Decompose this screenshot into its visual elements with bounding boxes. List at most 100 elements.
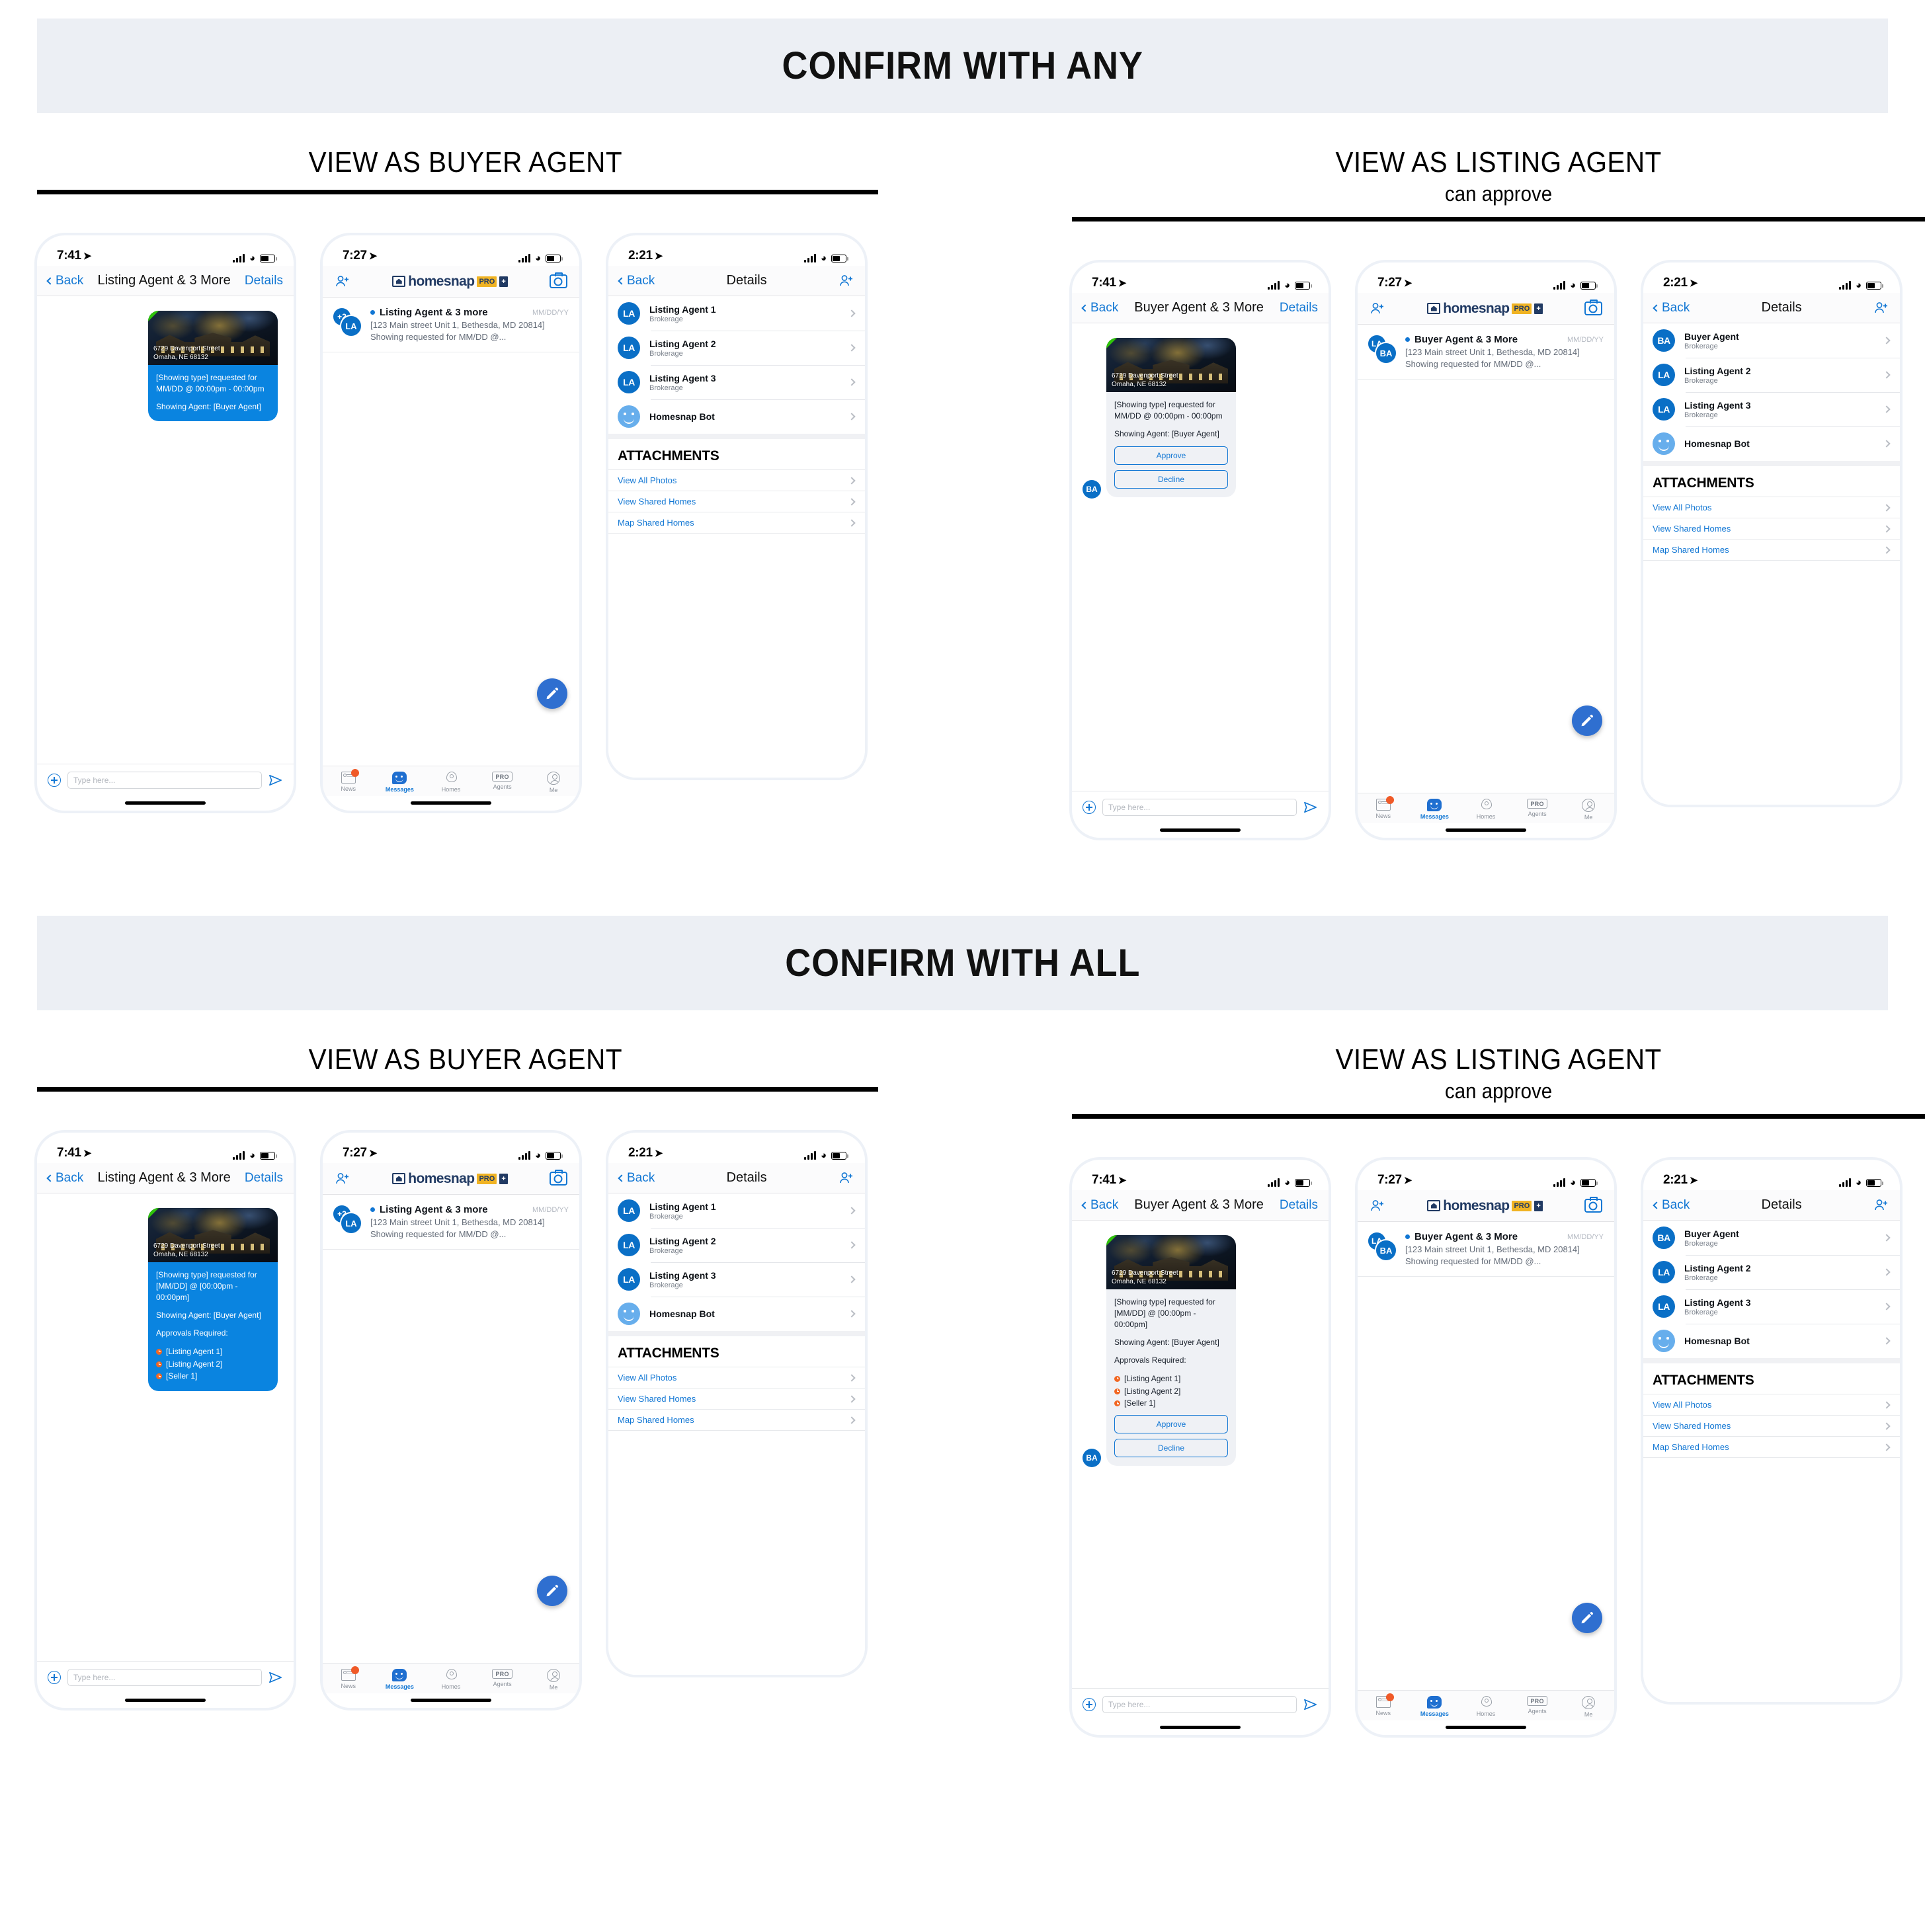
attach-plus-icon[interactable] [48,774,61,787]
attachment-link-row[interactable]: View All Photos [608,469,865,491]
showing-agent-line: Showing Agent: [Buyer Agent] [1114,429,1219,439]
attachment-link-row[interactable]: View All Photos [1643,497,1900,518]
conversation-row[interactable]: LA BA Buyer Agent & 3 More MM/DD/YY [123… [1358,1222,1614,1277]
participant-row[interactable]: LA Listing Agent 2 Brokerage [608,331,865,365]
attachment-link-row[interactable]: View Shared Homes [1643,1415,1900,1436]
attach-plus-icon[interactable] [48,1671,61,1684]
approve-button[interactable]: Approve [1114,446,1228,465]
attachment-link-row[interactable]: View All Photos [608,1367,865,1388]
decline-button[interactable]: Decline [1114,470,1228,489]
attachment-link-row[interactable]: Map Shared Homes [608,512,865,533]
send-icon[interactable] [268,774,283,787]
attachment-link-row[interactable]: View All Photos [1643,1394,1900,1415]
tab-me[interactable]: Me [528,1669,579,1691]
tab-messages[interactable]: Messages [1409,1696,1461,1718]
send-icon[interactable] [1303,1698,1318,1711]
attachment-link-row[interactable]: Map Shared Homes [1643,539,1900,560]
attachment-link-row[interactable]: View Shared Homes [608,1388,865,1409]
details-button[interactable]: Details [1280,1198,1318,1213]
add-person-icon[interactable] [1370,301,1385,317]
tab-messages[interactable]: Messages [374,1669,426,1691]
back-button[interactable]: Back [1653,301,1690,315]
tab-me[interactable]: Me [1563,1696,1614,1718]
back-button[interactable]: Back [1081,301,1118,315]
conversation-row[interactable]: +2 LA Listing Agent & 3 more MM/DD/YY [1… [323,1195,579,1250]
camera-icon[interactable] [549,1170,567,1186]
participant-row[interactable]: LA Listing Agent 3 Brokerage [1643,392,1900,426]
back-button[interactable]: Back [618,1171,655,1186]
new-message-button[interactable] [1572,705,1602,736]
messages-list-screen: 7:27 ➤ ◕ homesnap PRO + +2 LA Listing Ag… [323,1133,579,1708]
attachment-link-row[interactable]: Map Shared Homes [1643,1436,1900,1457]
tab-homes[interactable]: Homes [1460,1696,1512,1718]
tab-homes[interactable]: Homes [1460,799,1512,821]
message-input[interactable]: Type here... [1102,1696,1297,1713]
participant-row[interactable]: LA Listing Agent 2 Brokerage [1643,358,1900,392]
back-button[interactable]: Back [46,274,83,288]
app-header: homesnap PRO + [1358,1190,1614,1222]
participant-row[interactable]: LA Listing Agent 3 Brokerage [1643,1289,1900,1324]
camera-icon[interactable] [1584,300,1602,315]
details-button[interactable]: Details [1280,301,1318,315]
new-message-button[interactable] [1572,1603,1602,1633]
participant-row[interactable]: LA Listing Agent 1 Brokerage [608,296,865,331]
participant-row[interactable]: LA Listing Agent 3 Brokerage [608,365,865,399]
tab-me[interactable]: Me [528,772,579,793]
details-button[interactable]: Details [245,274,283,288]
add-person-icon[interactable] [1370,1198,1385,1214]
message-input[interactable]: Type here... [67,772,262,789]
tab-me[interactable]: Me [1563,799,1614,821]
participant-row[interactable]: BA Buyer Agent Brokerage [1643,1221,1900,1255]
new-message-button[interactable] [537,1576,567,1606]
tab-agents[interactable]: PRO Agents [477,772,528,793]
tab-messages[interactable]: Messages [374,772,426,793]
attachment-link-row[interactable]: View Shared Homes [1643,518,1900,539]
tab-agents[interactable]: PRO Agents [1512,799,1563,821]
tab-agents[interactable]: PRO Agents [1512,1696,1563,1718]
back-button[interactable]: Back [1081,1198,1118,1213]
message-input[interactable]: Type here... [1102,799,1297,816]
attach-plus-icon[interactable] [1083,801,1096,814]
camera-icon[interactable] [1584,1197,1602,1213]
participant-row[interactable]: Homesnap Bot [608,399,865,434]
new-message-button[interactable] [537,678,567,709]
attachment-link-label: View Shared Homes [618,497,696,506]
tab-news[interactable]: News [323,769,374,793]
tab-messages[interactable]: Messages [1409,799,1461,821]
back-button[interactable]: Back [46,1171,83,1186]
participant-row[interactable]: Homesnap Bot [608,1297,865,1331]
details-button[interactable]: Details [245,1171,283,1186]
participant-row[interactable]: LA Listing Agent 2 Brokerage [608,1228,865,1262]
message-input[interactable]: Type here... [67,1669,262,1686]
back-button[interactable]: Back [618,274,655,288]
tab-homes[interactable]: Homes [425,772,477,793]
tab-news[interactable]: News [323,1666,374,1691]
add-person-icon[interactable] [1873,300,1889,316]
add-person-icon[interactable] [335,274,350,290]
decline-button[interactable]: Decline [1114,1438,1228,1457]
conversation-row[interactable]: +2 LA Listing Agent & 3 more MM/DD/YY [1… [323,298,579,353]
add-person-icon[interactable] [335,1171,350,1187]
add-person-icon[interactable] [839,1170,854,1186]
participant-row[interactable]: LA Listing Agent 3 Brokerage [608,1262,865,1297]
add-person-icon[interactable] [1873,1197,1889,1213]
send-icon[interactable] [1303,801,1318,814]
tab-homes[interactable]: Homes [425,1669,477,1691]
conversation-row[interactable]: LA BA Buyer Agent & 3 More MM/DD/YY [123… [1358,325,1614,380]
participant-row[interactable]: BA Buyer Agent Brokerage [1643,323,1900,358]
camera-icon[interactable] [549,272,567,288]
send-icon[interactable] [268,1671,283,1684]
participant-row[interactable]: Homesnap Bot [1643,426,1900,461]
back-button[interactable]: Back [1653,1198,1690,1213]
approve-button[interactable]: Approve [1114,1414,1228,1433]
participant-row[interactable]: LA Listing Agent 2 Brokerage [1643,1255,1900,1289]
participant-row[interactable]: Homesnap Bot [1643,1324,1900,1358]
participant-row[interactable]: LA Listing Agent 1 Brokerage [608,1193,865,1228]
attach-plus-icon[interactable] [1083,1698,1096,1711]
tab-agents[interactable]: PRO Agents [477,1669,528,1691]
tab-news[interactable]: News [1358,796,1409,821]
attachment-link-row[interactable]: Map Shared Homes [608,1409,865,1430]
attachment-link-row[interactable]: View Shared Homes [608,491,865,512]
add-person-icon[interactable] [839,273,854,289]
tab-news[interactable]: News [1358,1693,1409,1718]
